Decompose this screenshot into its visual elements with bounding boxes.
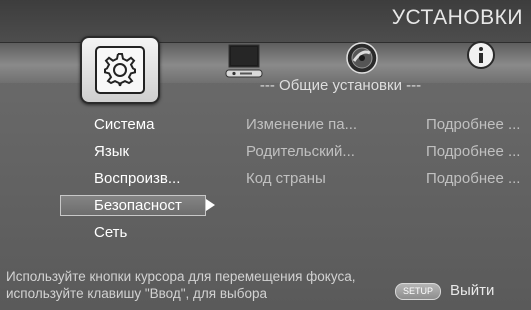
menu-item-language[interactable]: Язык <box>60 141 206 162</box>
section-title: --- Общие установки --- <box>259 77 422 94</box>
menu-item-network[interactable]: Сеть <box>60 222 206 243</box>
speaker-icon <box>346 42 378 74</box>
chevron-right-icon <box>206 199 215 211</box>
tab-audio[interactable] <box>345 41 379 75</box>
title-band: УСТАНОВКИ <box>0 0 531 42</box>
menu-item-security[interactable]: Безопасност <box>60 195 206 216</box>
option-change-password[interactable]: Изменение па... <box>246 114 357 135</box>
menu-item-system[interactable]: Система <box>60 114 206 135</box>
tab-display[interactable] <box>224 43 264 81</box>
settings-screen: УСТАНОВКИ --- Общие установки --- Систем… <box>0 0 531 310</box>
info-icon <box>467 41 495 69</box>
setup-button-badge[interactable]: SETUP <box>395 283 441 300</box>
tab-info[interactable] <box>465 40 497 72</box>
option-country-code[interactable]: Код страны <box>246 168 326 189</box>
option-detail-link[interactable]: Подробнее ... <box>426 168 520 189</box>
help-hint-line: Используйте кнопки курсора для перемещен… <box>6 269 356 284</box>
screen-title: УСТАНОВКИ <box>391 6 523 29</box>
monitor-icon <box>225 44 263 78</box>
option-parental-control[interactable]: Родительский... <box>246 141 355 162</box>
help-hint: Используйте кнопки курсора для перемещен… <box>6 268 386 302</box>
help-hint-line: используйте клавишу "Ввод", для выбора <box>6 286 267 301</box>
exit-label[interactable]: Выйти <box>450 282 494 299</box>
menu-item-playback[interactable]: Воспроизв... <box>60 168 206 189</box>
option-detail-link[interactable]: Подробнее ... <box>426 141 520 162</box>
option-detail-link[interactable]: Подробнее ... <box>426 114 520 135</box>
